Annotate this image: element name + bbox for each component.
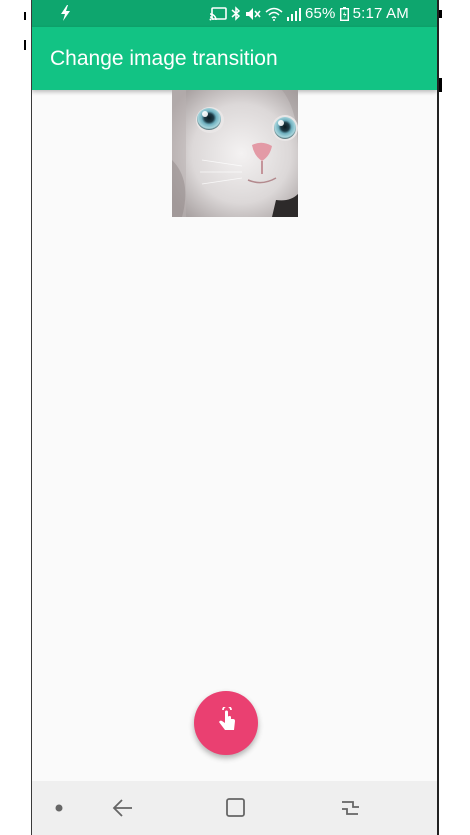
back-icon[interactable] — [110, 795, 136, 821]
phone-screen: 65% 5:17 AM Change image transition — [32, 0, 437, 835]
cast-icon — [209, 6, 227, 21]
navigation-bar — [32, 781, 437, 835]
bluetooth-icon — [231, 6, 241, 21]
home-icon[interactable] — [223, 795, 249, 821]
kitten-image[interactable] — [172, 90, 298, 217]
battery-icon — [339, 6, 349, 21]
touch-hand-icon — [212, 704, 240, 740]
change-transition-fab[interactable] — [194, 691, 258, 755]
charging-icon — [58, 4, 74, 22]
frame-tick — [439, 78, 442, 92]
status-icons: 65% 5:17 AM — [209, 0, 409, 27]
app-bar: Change image transition — [32, 27, 437, 90]
device-edge-right — [437, 0, 439, 835]
page-title: Change image transition — [50, 46, 278, 70]
status-time: 5:17 AM — [352, 5, 409, 22]
recents-dot-icon[interactable] — [46, 795, 72, 821]
mute-icon — [245, 7, 261, 21]
overview-icon[interactable] — [337, 795, 363, 821]
status-bar: 65% 5:17 AM — [32, 0, 437, 27]
wifi-icon — [265, 7, 283, 21]
frame-tick — [24, 12, 26, 20]
frame-tick — [24, 40, 26, 50]
signal-icon — [286, 7, 301, 21]
screenshot-stage: 65% 5:17 AM Change image transition — [0, 0, 470, 835]
battery-percent: 65% — [304, 5, 336, 22]
